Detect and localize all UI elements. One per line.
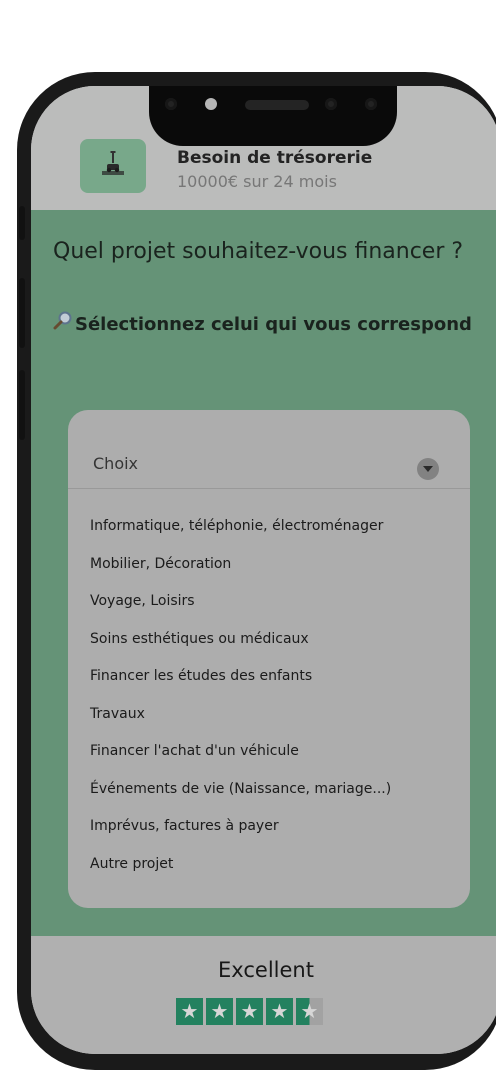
star-icon: ★	[206, 998, 233, 1025]
volume-down-button	[19, 370, 25, 440]
star-icon: ★	[266, 998, 293, 1025]
vehicle-lift-icon	[80, 139, 146, 193]
phone-screen: Besoin de trésorerie 10000€ sur 24 mois …	[31, 86, 496, 1054]
phone-notch	[149, 86, 397, 146]
star-icon: ★	[176, 998, 203, 1025]
dropdown-option[interactable]: Autre projet	[90, 856, 470, 894]
dropdown-selected-value[interactable]: Choix	[93, 454, 138, 473]
chevron-down-icon[interactable]	[417, 458, 439, 480]
dropdown-card[interactable]: Choix Informatique, téléphonie, électrom…	[68, 410, 470, 908]
dropdown-option[interactable]: Financer l'achat d'un véhicule	[90, 743, 470, 781]
loan-title: Besoin de trésorerie	[177, 148, 373, 168]
sensor-icon	[365, 98, 377, 110]
volume-up-button	[19, 278, 25, 348]
mute-switch	[19, 206, 25, 240]
dropdown-option[interactable]: Soins esthétiques ou médicaux	[90, 631, 470, 669]
trust-footer	[31, 936, 496, 1054]
speaker-grille	[245, 100, 309, 110]
rating-label: Excellent	[218, 958, 314, 982]
dropdown-option[interactable]: Événements de vie (Naissance, mariage...…	[90, 781, 470, 819]
magnifier-icon	[53, 310, 75, 337]
dropdown-option[interactable]: Financer les études des enfants	[90, 668, 470, 706]
dropdown-options: Informatique, téléphonie, électroménager…	[90, 518, 470, 893]
loan-subtitle: 10000€ sur 24 mois	[177, 172, 337, 191]
dropdown-option[interactable]: Informatique, téléphonie, électroménager	[90, 518, 470, 556]
dropdown-option[interactable]: Travaux	[90, 706, 470, 744]
select-hint-text: Sélectionnez celui qui vous correspond	[75, 314, 472, 335]
camera-icon	[165, 98, 177, 110]
star-icon: ★	[236, 998, 263, 1025]
star-rating: ★ ★ ★ ★ ★	[176, 998, 323, 1025]
camera-icon	[325, 98, 337, 110]
dropdown-option[interactable]: Voyage, Loisirs	[90, 593, 470, 631]
dropdown-option[interactable]: Mobilier, Décoration	[90, 556, 470, 594]
dropdown-option[interactable]: Imprévus, factures à payer	[90, 818, 470, 856]
divider	[68, 488, 470, 489]
select-hint: Sélectionnez celui qui vous correspond	[53, 310, 473, 337]
question-heading: Quel projet souhaitez-vous financer ?	[53, 239, 464, 264]
sensor-icon	[205, 98, 217, 110]
half-star-icon: ★	[296, 998, 323, 1025]
